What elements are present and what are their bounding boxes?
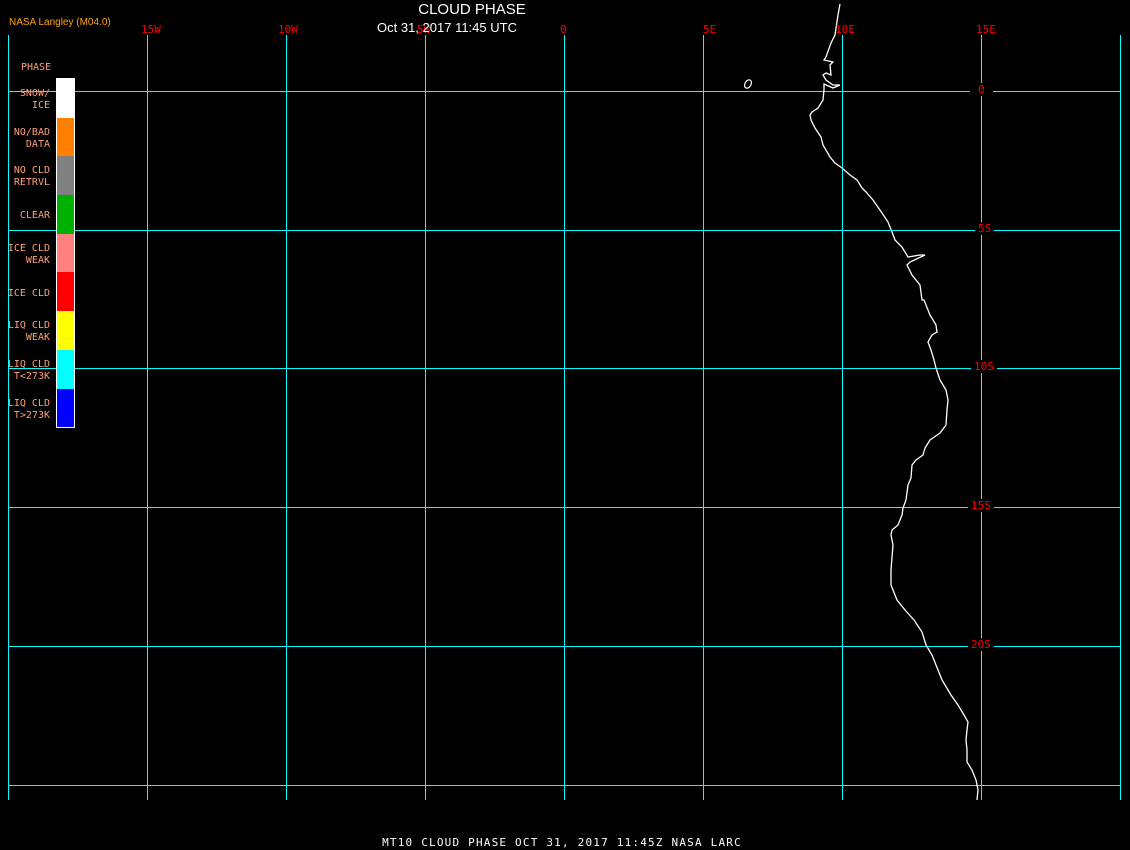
- legend-label-line1: ICE CLD: [7, 242, 50, 254]
- legend-swatch: [57, 272, 74, 312]
- legend-label-line1: SNOW/: [19, 88, 50, 99]
- legend-label: LIQ CLD T<273K: [0, 359, 50, 383]
- legend-label-line1: NO/BAD: [13, 126, 50, 138]
- legend-label: LIQ CLD T>273K: [0, 398, 50, 422]
- legend-label-line1: ICE CLD: [7, 287, 50, 299]
- legend-label: SNOW/ICE: [0, 88, 50, 112]
- legend-swatch: [57, 349, 74, 389]
- legend-label: ICE CLD: [0, 288, 50, 300]
- legend-label-line2: DATA: [25, 138, 50, 150]
- legend-swatch: [57, 117, 74, 157]
- legend-title: PHASE: [21, 62, 52, 73]
- lon-label-15e: 15E: [976, 23, 996, 36]
- legend-swatch: [57, 156, 74, 196]
- map-subtitle: Oct 31, 2017 11:45 UTC: [377, 20, 517, 35]
- lat-lon-grid: [8, 35, 1121, 800]
- lat-label-20s: 20S: [968, 638, 994, 651]
- legend-label-line1: NO CLD: [13, 165, 50, 177]
- legend-label: NO CLD RETRVL: [0, 165, 50, 189]
- legend-colorbar: [56, 78, 75, 429]
- legend-label-line2: RETRVL: [13, 177, 50, 189]
- legend-swatch: [57, 195, 74, 234]
- lat-label-10s: 10S: [971, 360, 997, 373]
- legend-label-line2: WEAK: [25, 254, 50, 266]
- legend-label: CLEAR: [0, 210, 50, 222]
- coastline: [809, 3, 979, 801]
- map-title: CLOUD PHASE: [418, 1, 526, 18]
- legend-label-line1: LIQ CLD: [7, 358, 50, 370]
- legend-swatch: [57, 388, 74, 428]
- legend-label: NO/BAD DATA: [0, 127, 50, 151]
- lat-label-15s: 15S: [968, 499, 994, 512]
- legend-label-line2: T>273K: [13, 409, 50, 421]
- legend-label-line2: T<273K: [13, 370, 50, 382]
- lat-label-5s: 5S: [975, 222, 995, 235]
- legend-label-line2: WEAK: [25, 332, 50, 344]
- legend-label-line1: LIQ CLD: [7, 397, 50, 409]
- island: [743, 79, 753, 89]
- lat-label-0: 0: [970, 83, 993, 96]
- map-canvas: [8, 3, 1121, 801]
- footer-caption: MT10 CLOUD PHASE OCT 31, 2017 11:45Z NAS…: [382, 836, 742, 849]
- legend-label-line1: CLEAR: [19, 210, 50, 222]
- legend-swatch: [57, 233, 74, 273]
- legend-swatch: [57, 311, 74, 350]
- legend-label: LIQ CLD WEAK: [0, 320, 50, 344]
- legend-swatch: [57, 79, 74, 118]
- legend-label-line1: LIQ CLD: [7, 320, 50, 332]
- legend-label-line2: ICE: [31, 100, 50, 111]
- legend-label: ICE CLD WEAK: [0, 243, 50, 267]
